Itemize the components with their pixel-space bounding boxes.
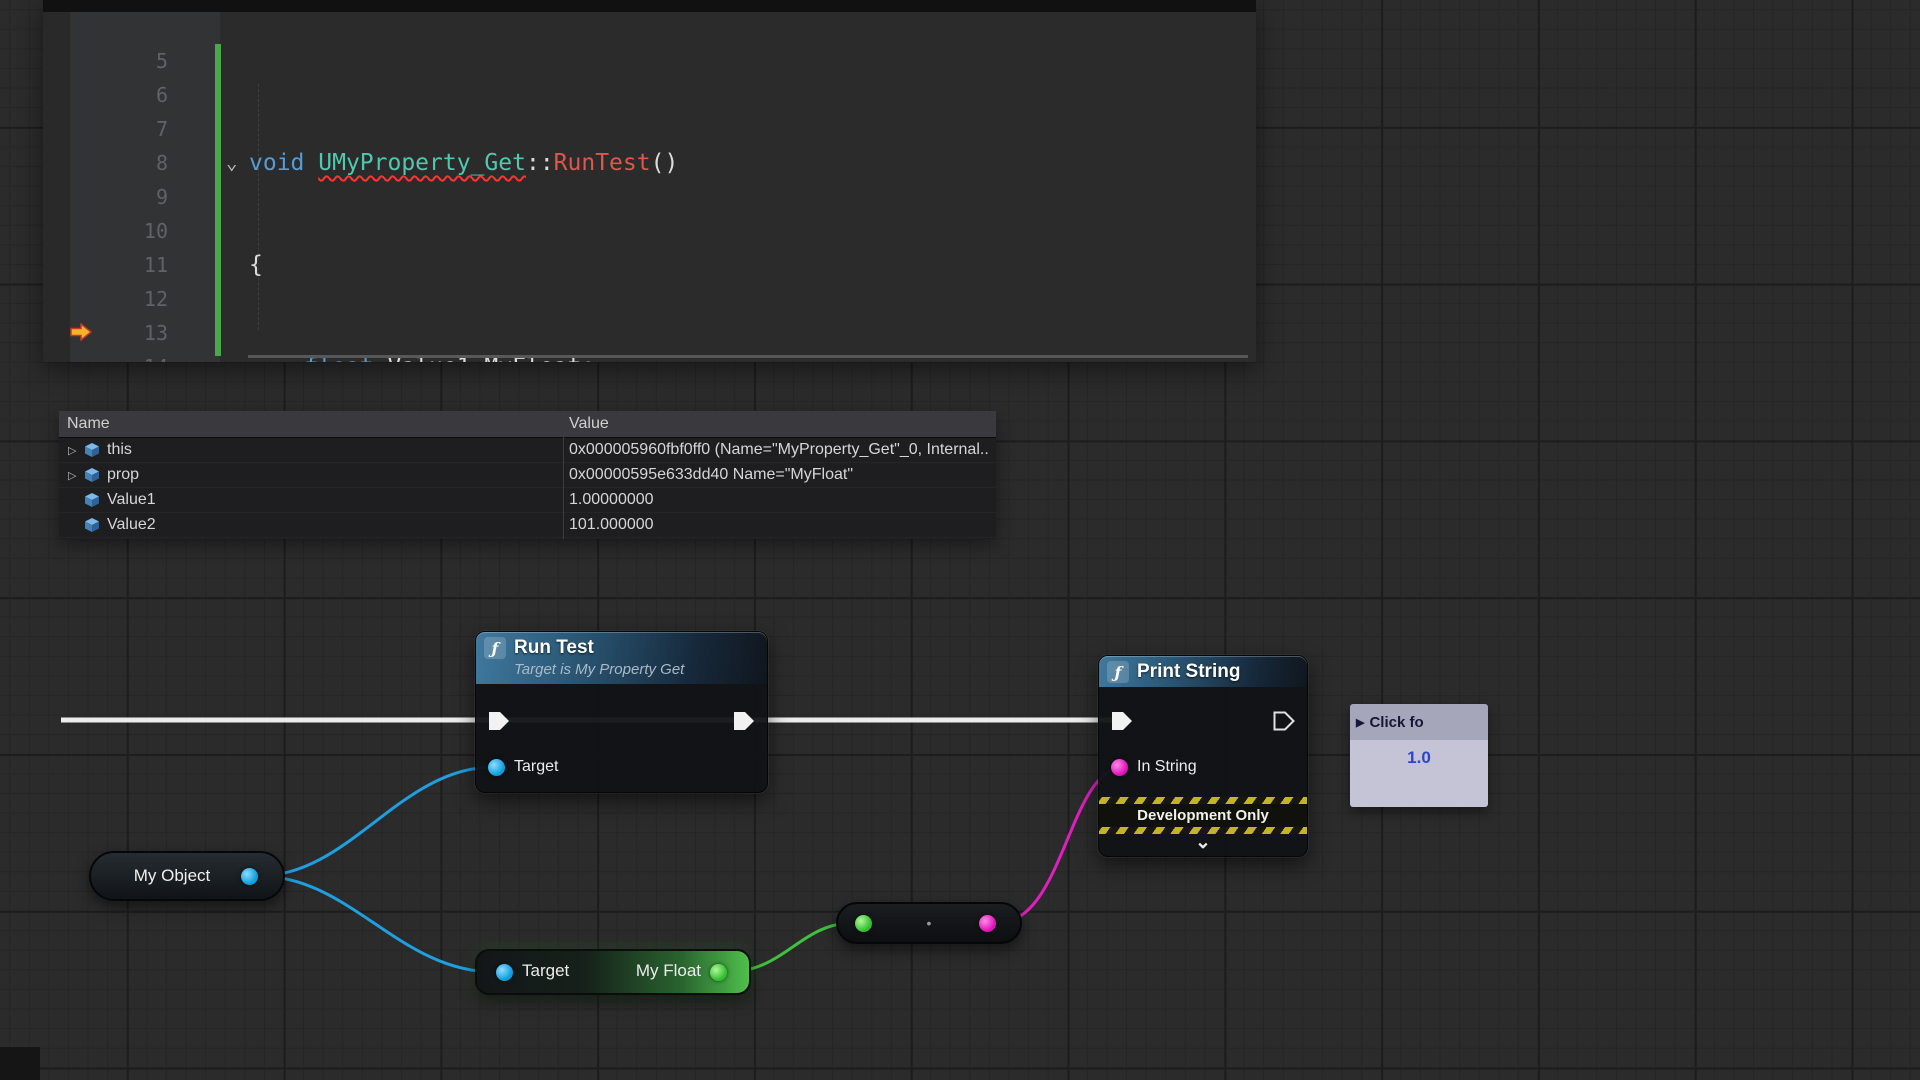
watch-row-this[interactable]: ▷ this 0x000005960fbf0ff0 (Name="MyPrope… bbox=[59, 438, 996, 463]
node-header[interactable]: ƒ Print String bbox=[1099, 656, 1307, 687]
exec-out-pin[interactable] bbox=[733, 711, 755, 731]
variable-icon bbox=[84, 492, 100, 508]
variable-value: 101.000000 bbox=[563, 516, 996, 534]
expand-arrow-icon[interactable]: ▷ bbox=[68, 444, 84, 457]
pin-label-target: Target bbox=[514, 758, 558, 776]
object-output-pin[interactable] bbox=[241, 868, 258, 885]
string-output-pin[interactable] bbox=[979, 915, 996, 932]
development-only-banner: Development Only bbox=[1099, 797, 1307, 834]
in-string-pin[interactable] bbox=[1111, 759, 1128, 776]
breakpoint-margin[interactable] bbox=[43, 12, 70, 362]
variable-icon bbox=[84, 517, 100, 533]
horizontal-scrollbar[interactable] bbox=[248, 355, 1248, 358]
editor-top-border bbox=[43, 0, 1256, 12]
indent-guide bbox=[258, 84, 259, 330]
watch-row-prop[interactable]: ▷ prop 0x00000595e633dd40 Name="MyFloat" bbox=[59, 463, 996, 488]
blueprint-graph-background: 5 6 7 8 9 10 11 12 13 14 ⌄ void UMyProper… bbox=[0, 0, 1920, 1080]
exec-in-pin[interactable] bbox=[488, 711, 510, 731]
execution-pointer-icon[interactable] bbox=[69, 322, 93, 342]
variable-name: Value2 bbox=[107, 516, 156, 534]
line-number: 5 bbox=[70, 44, 168, 78]
reroute-dot-icon: • bbox=[927, 915, 932, 931]
node-my-object[interactable]: My Object bbox=[89, 851, 285, 901]
code-token: :: bbox=[526, 150, 554, 176]
vcs-change-bar bbox=[215, 44, 221, 356]
pin-label-in-string: In String bbox=[1137, 758, 1197, 776]
line-number: 14 bbox=[70, 350, 168, 362]
variable-icon bbox=[84, 467, 100, 483]
node-title: Run Test bbox=[514, 637, 594, 659]
target-pin[interactable] bbox=[496, 964, 513, 981]
variable-name: this bbox=[107, 441, 132, 459]
debug-bubble-header[interactable]: ▶ Click fo bbox=[1350, 704, 1488, 740]
hazard-stripes bbox=[1099, 797, 1307, 804]
panel-corner bbox=[0, 1047, 40, 1080]
code-editor-panel: 5 6 7 8 9 10 11 12 13 14 ⌄ void UMyProper… bbox=[43, 0, 1256, 362]
wire-object-to-runtest-target[interactable] bbox=[259, 767, 494, 876]
code-token: void bbox=[249, 150, 318, 176]
line-number: 7 bbox=[70, 112, 168, 146]
pin-label-target: Target bbox=[522, 961, 569, 981]
function-icon: ƒ bbox=[1107, 661, 1129, 683]
variable-value: 0x00000595e633dd40 Name="MyFloat" bbox=[563, 466, 996, 484]
exec-in-pin[interactable] bbox=[1111, 711, 1133, 731]
fold-chevron-icon[interactable]: ⌄ bbox=[226, 147, 237, 179]
code-token: UMyProperty_Get bbox=[318, 150, 526, 176]
code-line-5: ⌄ void UMyProperty_Get::RunTest() bbox=[220, 146, 1256, 180]
watch-row-value2[interactable]: Value2 101.000000 bbox=[59, 513, 996, 538]
pin-label-my-float: My Float bbox=[636, 961, 701, 981]
watch-panel: Name Value ▷ this 0x000005960fbf0ff0 (Na… bbox=[59, 411, 996, 539]
variable-node-label: My Object bbox=[134, 866, 241, 886]
float-input-pin[interactable] bbox=[855, 915, 872, 932]
collapse-chevron-icon[interactable]: ⌄ bbox=[1099, 833, 1307, 855]
node-get-my-float[interactable]: Target My Float bbox=[475, 949, 751, 995]
variable-icon bbox=[84, 442, 100, 458]
line-number: 8 bbox=[70, 146, 168, 180]
line-number: 9 bbox=[70, 180, 168, 214]
node-subtitle: Target is My Property Get bbox=[514, 661, 757, 678]
node-title: Print String bbox=[1137, 661, 1240, 683]
code-line-6: { bbox=[220, 248, 1256, 282]
line-number: 12 bbox=[70, 282, 168, 316]
banner-text: Development Only bbox=[1099, 804, 1307, 827]
line-number-gutter: 5 6 7 8 9 10 11 12 13 14 bbox=[70, 12, 220, 362]
node-run-test[interactable]: ƒ Run Test Target is My Property Get Tar… bbox=[475, 631, 768, 793]
wire-object-to-getter-target[interactable] bbox=[259, 876, 494, 972]
watch-header: Name Value bbox=[59, 411, 996, 438]
node-print-string[interactable]: ƒ Print String In String Development Onl… bbox=[1098, 655, 1308, 857]
expand-arrow-icon[interactable]: ▷ bbox=[68, 469, 84, 482]
variable-name: Value1 bbox=[107, 491, 156, 509]
node-header[interactable]: ƒ Run Test Target is My Property Get bbox=[476, 632, 767, 684]
code-token: { bbox=[249, 252, 263, 278]
line-number: 10 bbox=[70, 214, 168, 248]
variable-name: prop bbox=[107, 466, 139, 484]
line-number: 6 bbox=[70, 78, 168, 112]
target-pin[interactable] bbox=[488, 759, 505, 776]
node-float-to-string-conversion[interactable]: • bbox=[836, 902, 1022, 944]
debug-watch-bubble: ▶ Click fo 1.0 bbox=[1350, 704, 1488, 807]
code-area[interactable]: ⌄void UMyProperty_Get::RunTest() { float… bbox=[220, 12, 1256, 362]
exec-out-pin[interactable] bbox=[1273, 711, 1295, 731]
variable-value: 0x000005960fbf0ff0 (Name="MyProperty_Get… bbox=[563, 441, 996, 459]
code-token: RunTest bbox=[554, 150, 651, 176]
code-token: () bbox=[651, 150, 679, 176]
debug-bubble-header-text: Click fo bbox=[1369, 714, 1423, 731]
column-divider[interactable] bbox=[563, 411, 564, 539]
play-icon: ▶ bbox=[1356, 716, 1364, 729]
debug-bubble-value: 1.0 bbox=[1350, 740, 1488, 807]
column-header-value[interactable]: Value bbox=[563, 415, 996, 433]
function-icon: ƒ bbox=[484, 637, 506, 659]
line-number: 11 bbox=[70, 248, 168, 282]
column-header-name[interactable]: Name bbox=[59, 415, 563, 433]
variable-value: 1.00000000 bbox=[563, 491, 996, 509]
float-output-pin[interactable] bbox=[710, 964, 727, 981]
watch-row-value1[interactable]: Value1 1.00000000 bbox=[59, 488, 996, 513]
